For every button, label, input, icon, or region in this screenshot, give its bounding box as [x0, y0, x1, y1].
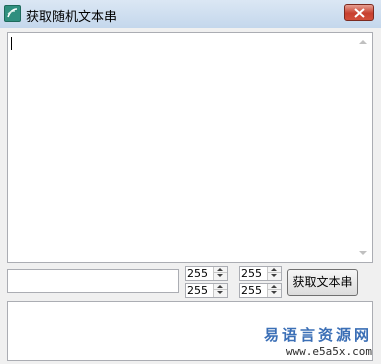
spinner-4-buttons	[267, 284, 281, 297]
arrow-up-icon	[217, 285, 223, 288]
app-icon[interactable]	[4, 5, 21, 22]
title-bar[interactable]: 获取随机文本串	[0, 0, 381, 28]
vertical-scrollbar[interactable]	[355, 33, 372, 262]
spinner-1[interactable]: 255	[185, 266, 228, 281]
get-text-button[interactable]: 获取文本串	[287, 269, 358, 296]
arrow-up-icon	[271, 268, 277, 271]
spinner-2[interactable]: 255	[185, 283, 228, 298]
spinner-4[interactable]: 255	[239, 283, 282, 298]
client-area: 255 255 255 255 获取文本串 易语言资源网 www.e5a5x.c…	[0, 28, 381, 364]
arrow-down-icon	[217, 291, 223, 294]
input-text-field[interactable]	[7, 269, 179, 293]
spinner-4-value[interactable]: 255	[241, 284, 262, 297]
window-title: 获取随机文本串	[26, 10, 118, 25]
main-text-area[interactable]	[7, 32, 373, 263]
watermark-title: 易语言资源网	[263, 326, 372, 344]
arrow-down-icon	[271, 291, 277, 294]
spinner-1-value[interactable]: 255	[187, 267, 208, 280]
app-window: 获取随机文本串 255 255 255 255 获取文本串 易语言资源网 www…	[0, 0, 381, 364]
spinner-2-value[interactable]: 255	[187, 284, 208, 297]
spinner-4-down-button[interactable]	[268, 290, 281, 296]
spinner-2-down-button[interactable]	[214, 290, 227, 296]
spinner-2-buttons	[213, 284, 227, 297]
watermark: 易语言资源网 www.e5a5x.com	[260, 323, 378, 363]
scroll-down-arrow-icon[interactable]	[359, 251, 367, 255]
spinner-3[interactable]: 255	[239, 266, 282, 281]
watermark-url: www.e5a5x.com	[285, 345, 372, 358]
spinner-1-buttons	[213, 267, 227, 280]
arrow-down-icon	[271, 274, 277, 277]
spinner-1-down-button[interactable]	[214, 273, 227, 279]
close-icon	[354, 8, 365, 18]
arrow-up-icon	[217, 268, 223, 271]
spinner-3-value[interactable]: 255	[241, 267, 262, 280]
scroll-up-arrow-icon[interactable]	[359, 40, 367, 44]
arrow-up-icon	[271, 285, 277, 288]
text-caret	[11, 37, 12, 50]
close-button[interactable]	[344, 4, 374, 21]
spinner-3-down-button[interactable]	[268, 273, 281, 279]
arrow-down-icon	[217, 274, 223, 277]
spinner-3-buttons	[267, 267, 281, 280]
